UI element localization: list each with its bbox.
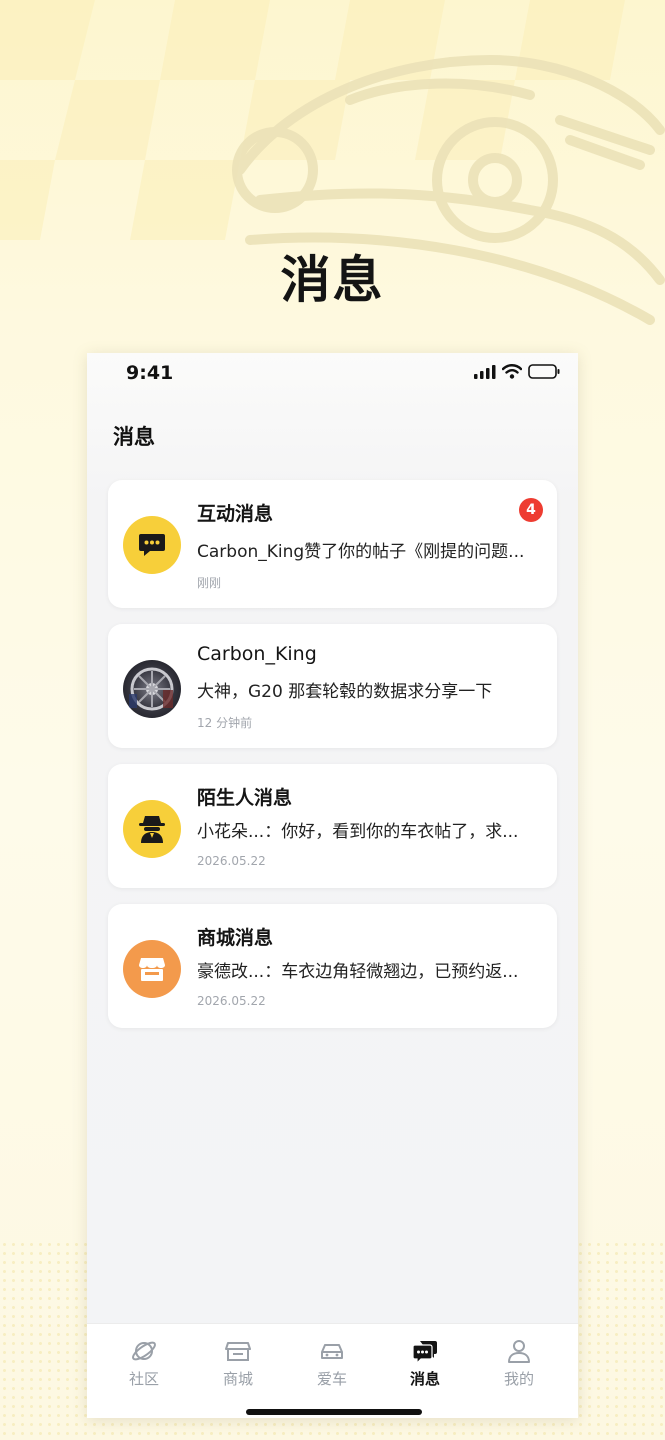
message-title: 陌生人消息 bbox=[197, 787, 293, 809]
planet-icon bbox=[132, 1341, 156, 1361]
status-time: 9:41 bbox=[126, 362, 174, 384]
phone-screen: 9:41 消息 互动消息 4 Carbon_King赞了你的帖子《刚提的问题..… bbox=[87, 353, 578, 1418]
message-card-user[interactable]: Carbon_King 大神，G20 那套轮毂的数据求分享一下 12 分钟前 bbox=[108, 624, 557, 748]
message-preview: 大神，G20 那套轮毂的数据求分享一下 bbox=[197, 682, 493, 702]
store-icon bbox=[139, 958, 165, 981]
tab-label: 商城 bbox=[222, 1370, 253, 1388]
message-time: 刚刚 bbox=[197, 576, 222, 590]
status-icons bbox=[474, 364, 560, 379]
message-preview: 豪德改...：车衣边角轻微翘边，已预约返... bbox=[197, 962, 519, 982]
avatar bbox=[123, 940, 181, 998]
bottom-tab-bar: 社区 商城 爱车 消息 我的 bbox=[87, 1323, 578, 1418]
chat-icon bbox=[412, 1341, 437, 1364]
tab-car[interactable]: 爱车 bbox=[292, 1338, 372, 1389]
person-icon bbox=[508, 1340, 530, 1363]
spy-icon bbox=[139, 816, 165, 843]
tab-community[interactable]: 社区 bbox=[104, 1338, 184, 1389]
message-time: 2026.05.22 bbox=[197, 854, 266, 868]
message-title: 商城消息 bbox=[197, 927, 274, 949]
store-icon bbox=[225, 1342, 251, 1361]
avatar bbox=[123, 516, 181, 574]
home-indicator bbox=[246, 1409, 422, 1415]
tab-label: 我的 bbox=[503, 1370, 534, 1388]
status-bar: 9:41 bbox=[87, 353, 578, 393]
signal-icon bbox=[474, 364, 496, 379]
wifi-icon bbox=[502, 364, 522, 379]
chat-bubble-icon bbox=[139, 534, 165, 556]
tab-store[interactable]: 商城 bbox=[198, 1338, 278, 1389]
wheel-photo bbox=[129, 667, 174, 711]
message-preview: Carbon_King赞了你的帖子《刚提的问题... bbox=[197, 542, 525, 562]
car-icon bbox=[321, 1344, 343, 1359]
tab-label: 爱车 bbox=[316, 1370, 347, 1388]
tab-label: 消息 bbox=[409, 1370, 440, 1388]
message-title: Carbon_King bbox=[197, 643, 317, 665]
unread-badge: 4 bbox=[519, 498, 543, 522]
tab-messages[interactable]: 消息 bbox=[385, 1338, 465, 1389]
message-card-store[interactable]: 商城消息 豪德改...：车衣边角轻微翘边，已预约返... 2026.05.22 bbox=[108, 904, 557, 1028]
hero-title: 消息 bbox=[280, 251, 385, 309]
message-time: 12 分钟前 bbox=[197, 716, 253, 730]
message-list: 互动消息 4 Carbon_King赞了你的帖子《刚提的问题... 刚刚 Car… bbox=[108, 480, 557, 1044]
message-title: 互动消息 bbox=[197, 503, 274, 525]
battery-icon bbox=[528, 364, 560, 379]
user-photo-avatar bbox=[123, 660, 181, 718]
message-card-stranger[interactable]: 陌生人消息 小花朵...：你好，看到你的车衣帖了，求... 2026.05.22 bbox=[108, 764, 557, 888]
message-time: 2026.05.22 bbox=[197, 994, 266, 1008]
page-title: 消息 bbox=[113, 425, 155, 449]
tab-label: 社区 bbox=[128, 1370, 159, 1388]
message-preview: 小花朵...：你好，看到你的车衣帖了，求... bbox=[197, 822, 519, 842]
tab-profile[interactable]: 我的 bbox=[479, 1338, 559, 1389]
message-card-interaction[interactable]: 互动消息 4 Carbon_King赞了你的帖子《刚提的问题... 刚刚 bbox=[108, 480, 557, 608]
avatar bbox=[123, 800, 181, 858]
